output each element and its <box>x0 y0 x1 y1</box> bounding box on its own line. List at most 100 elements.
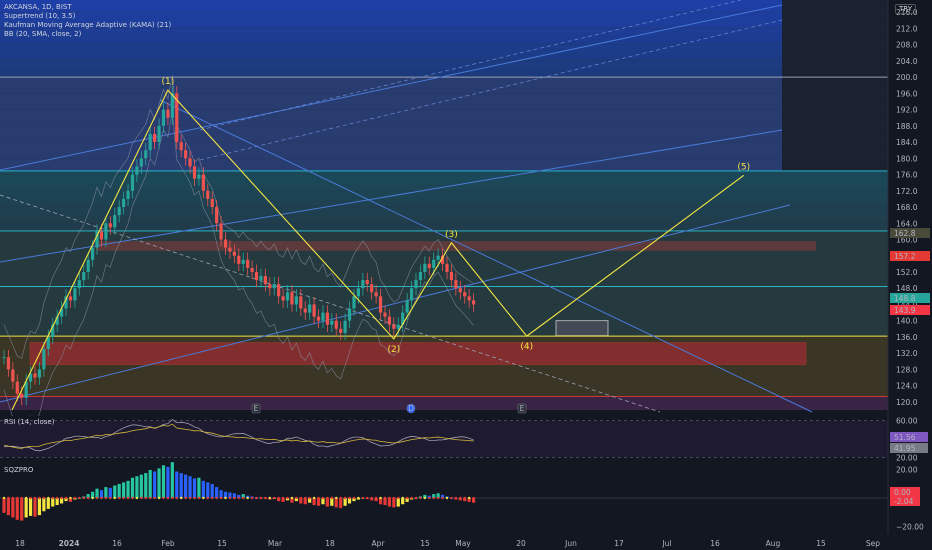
sqz-dot <box>436 496 440 500</box>
candle-body <box>312 304 316 317</box>
resistance-box <box>96 241 816 251</box>
candle-body <box>436 255 440 260</box>
sqz-dot <box>445 496 449 500</box>
candle-body <box>179 142 183 151</box>
candle-body <box>387 316 392 325</box>
legend-symbol: AKCANSA, 1D, BIST <box>4 3 72 11</box>
legend-supertrend[interactable]: Supertrend (10, 3.5) <box>4 12 171 21</box>
price-tick: 124.0 <box>896 382 918 391</box>
rsi-band <box>0 420 888 458</box>
sqz-dot <box>264 496 267 500</box>
candle-body <box>423 263 427 272</box>
wave-label-5: (5) <box>737 162 750 172</box>
price-tick: 136.0 <box>896 333 918 342</box>
zone-future-dark <box>782 0 888 171</box>
sqz-dot <box>131 496 134 500</box>
sqz-bar <box>130 477 135 498</box>
time-tick: Jul <box>661 539 671 548</box>
price-tick: 208.0 <box>896 41 918 50</box>
sqz-bar <box>387 498 392 507</box>
sqz-dot <box>47 496 50 500</box>
sqz-dot <box>140 496 143 500</box>
event-marker-label: E <box>254 404 259 413</box>
sqz-bar <box>170 462 174 498</box>
sqz-dot <box>459 496 462 500</box>
candle-body <box>352 296 356 309</box>
sqz-dot <box>78 496 81 500</box>
sqz-dot <box>202 496 205 500</box>
sqz-dot <box>122 496 125 500</box>
price-tick: 128.0 <box>896 365 918 374</box>
sqz-dot <box>326 496 329 500</box>
price-badge-text: 143.9 <box>894 306 916 315</box>
sqz-bar <box>37 498 42 516</box>
legend-bb[interactable]: BB (20, SMA, close, 2) <box>4 30 171 39</box>
candle-body <box>188 158 192 167</box>
sqz-dot <box>73 496 77 500</box>
sqz-dot <box>215 496 218 500</box>
time-tick: 15 <box>420 539 430 548</box>
sqz-dot <box>242 496 245 500</box>
sqz-dot <box>259 496 263 500</box>
sqz-dot <box>64 496 68 500</box>
sqz-dot <box>295 496 298 500</box>
time-tick: 20 <box>516 539 526 548</box>
sqz-dot <box>330 496 334 500</box>
sqz-dot <box>29 496 32 500</box>
sqz-dot <box>180 496 183 500</box>
candle-body <box>445 263 449 272</box>
price-tick: 196.0 <box>896 89 918 98</box>
sqz-dot <box>379 496 382 500</box>
time-tick: Jun <box>564 539 577 548</box>
sqz-bar <box>33 498 37 517</box>
sqz-dot <box>357 496 360 500</box>
candle-body <box>219 223 223 240</box>
sqz-dot <box>352 496 356 500</box>
sqz-dot <box>206 496 209 500</box>
candle-body <box>91 247 95 260</box>
sqz-dot <box>104 496 108 500</box>
sqz-dot <box>69 496 72 500</box>
sqz-dot <box>237 496 240 500</box>
sqz-dot <box>343 496 347 500</box>
legend-kama[interactable]: Kaufman Moving Average Adaptive (KAMA) (… <box>4 21 171 30</box>
time-tick: 17 <box>614 539 624 548</box>
wave-label-2: (2) <box>387 345 400 355</box>
candle-body <box>321 312 325 321</box>
sqz-dot <box>392 496 396 500</box>
candle-body <box>361 280 365 289</box>
candle-body <box>449 271 454 281</box>
sqz-bar <box>157 468 161 498</box>
sqz-dot <box>7 496 10 500</box>
candle-body <box>135 166 139 175</box>
candle-body <box>463 292 467 297</box>
candle-body <box>294 296 298 305</box>
sqz-dot <box>281 496 285 500</box>
candle-body <box>290 292 294 305</box>
candle-body <box>392 324 396 329</box>
zone-purple <box>0 396 888 410</box>
rsi-badge-text: 41.95 <box>894 444 916 453</box>
sqz-bar <box>325 498 329 507</box>
currency-badge[interactable]: TRY <box>895 4 916 14</box>
time-tick: Aug <box>766 539 781 548</box>
sqz-dot <box>432 496 435 500</box>
candle-body <box>458 288 462 293</box>
rsi-title[interactable]: RSI (14, close) <box>4 418 54 426</box>
sqz-title[interactable]: SQZPRO <box>4 466 33 474</box>
sqz-dot <box>277 496 280 500</box>
candle-body <box>254 271 259 281</box>
sqz-bar <box>197 477 201 498</box>
sqz-dot <box>361 496 365 500</box>
sqz-dot <box>228 496 232 500</box>
sqz-dot <box>414 496 418 500</box>
candle-body <box>308 304 312 313</box>
candle-body <box>232 251 236 256</box>
candle-body <box>20 393 24 398</box>
sqz-dot <box>268 496 271 500</box>
sqz-dot <box>51 496 54 500</box>
candle-body <box>330 320 334 325</box>
price-tick: 180.0 <box>896 154 918 163</box>
sqz-bar <box>144 473 148 498</box>
time-tick: 2024 <box>59 539 80 548</box>
